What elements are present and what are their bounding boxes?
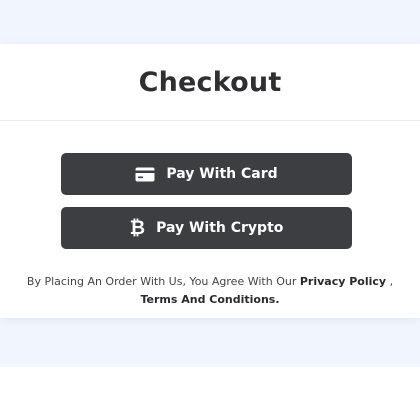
- checkout-card: Checkout Pay With Card ₿ Pay With Crypto…: [0, 44, 420, 318]
- privacy-policy-link[interactable]: Privacy Policy: [300, 275, 386, 288]
- terms-separator: ,: [386, 275, 394, 288]
- bitcoin-icon: ₿: [129, 216, 146, 239]
- page-title: Checkout: [138, 66, 282, 98]
- terms-notice: By Placing An Order With Us, You Agree W…: [16, 273, 404, 309]
- checkout-header: Checkout: [0, 44, 420, 121]
- pay-with-crypto-label: Pay With Crypto: [156, 220, 284, 236]
- pay-with-card-button[interactable]: Pay With Card: [61, 153, 352, 195]
- credit-card-icon: [135, 167, 155, 182]
- pay-with-card-label: Pay With Card: [166, 166, 278, 182]
- pay-with-crypto-button[interactable]: ₿ Pay With Crypto: [61, 207, 352, 249]
- terms-notice-text: By Placing An Order With Us, You Agree W…: [26, 275, 300, 288]
- terms-and-conditions-link[interactable]: Terms And Conditions.: [140, 293, 279, 306]
